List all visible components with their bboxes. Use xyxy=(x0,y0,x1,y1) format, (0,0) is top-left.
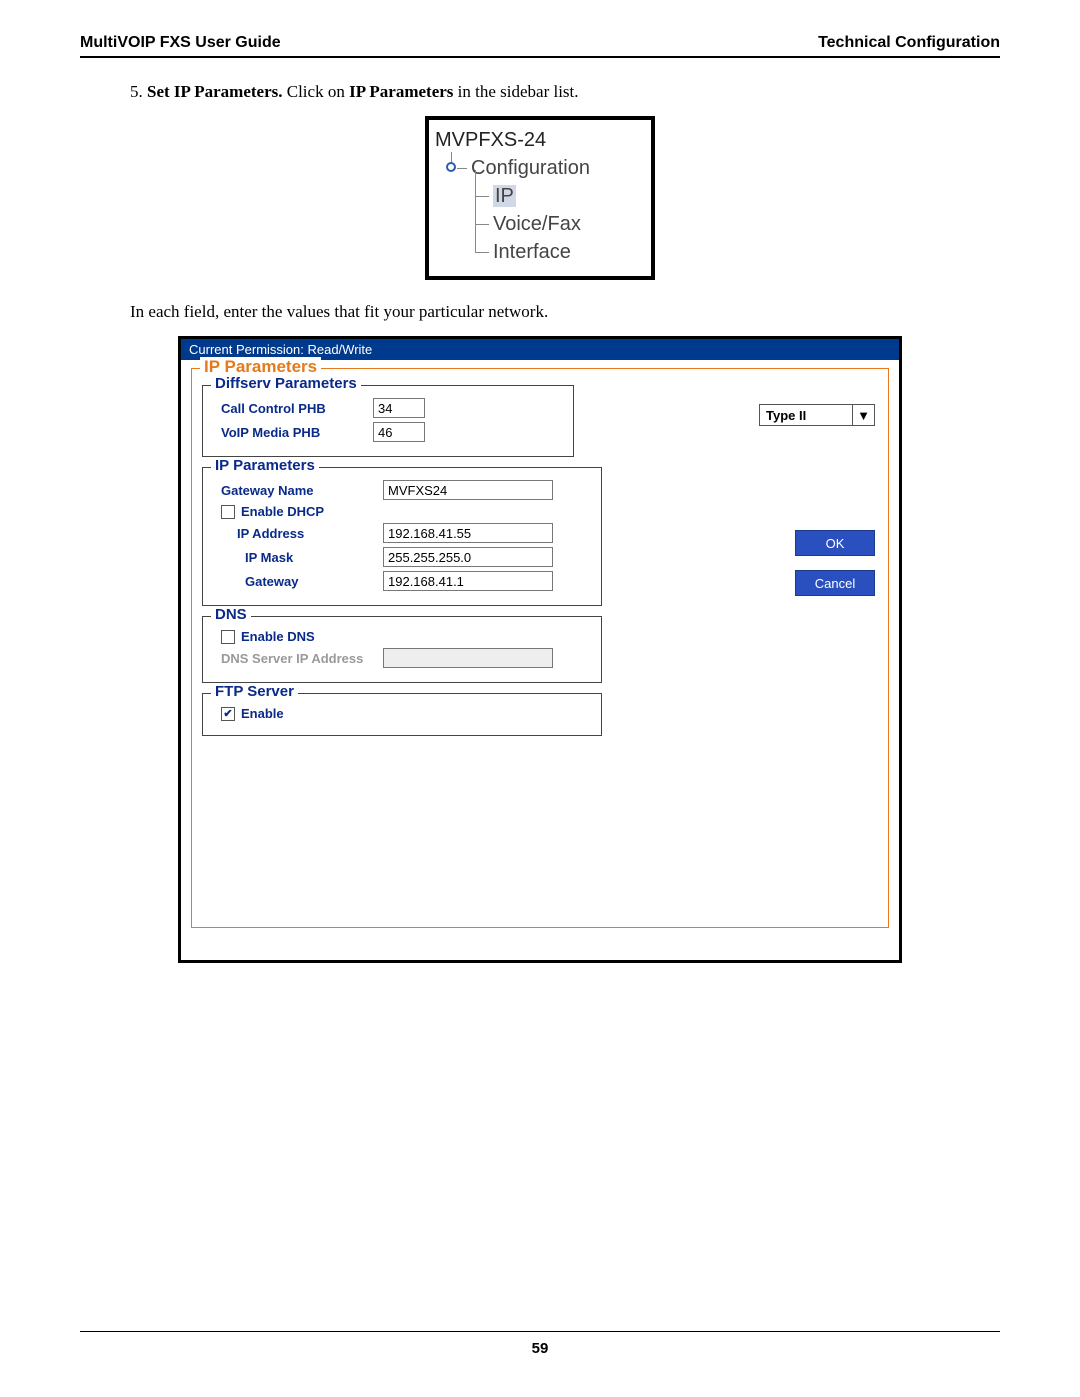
ip-mask-label: IP Mask xyxy=(213,550,383,565)
mid-instruction: In each field, enter the values that fit… xyxy=(130,302,1000,322)
ftp-enable-checkbox[interactable]: ✔ xyxy=(221,707,235,721)
diffserv-fieldset: Diffserv Parameters Call Control PHB VoI… xyxy=(202,385,574,457)
call-control-phb-label: Call Control PHB xyxy=(213,401,373,416)
tree-connector xyxy=(457,168,467,169)
ip-mask-input[interactable] xyxy=(383,547,553,567)
enable-dhcp-row: Enable DHCP xyxy=(213,504,383,519)
voip-media-phb-input[interactable] xyxy=(373,422,425,442)
ip-parameters-fieldset: IP Parameters Diffserv Parameters Call C… xyxy=(191,368,889,928)
enable-dhcp-checkbox[interactable] xyxy=(221,505,235,519)
voip-media-phb-label: VoIP Media PHB xyxy=(213,425,373,440)
dns-server-label: DNS Server IP Address xyxy=(213,651,383,666)
dns-server-input xyxy=(383,648,553,668)
ip-sub-legend: IP Parameters xyxy=(211,457,319,474)
header-left: MultiVOIP FXS User Guide xyxy=(80,34,281,52)
tree-item-voicefax: Voice/Fax xyxy=(475,210,645,238)
tree-item-interface: Interface xyxy=(475,238,645,266)
gateway-input[interactable] xyxy=(383,571,553,591)
gateway-label: Gateway xyxy=(213,574,383,589)
enable-dns-checkbox[interactable] xyxy=(221,630,235,644)
enable-dns-label: Enable DNS xyxy=(241,629,315,644)
ip-parameters-panel: Current Permission: Read/Write Type II ▼… xyxy=(178,336,902,963)
ip-address-input[interactable] xyxy=(383,523,553,543)
ftp-enable-row: ✔ Enable xyxy=(213,706,373,721)
enable-dns-row: Enable DNS xyxy=(213,629,373,644)
tree-item-ip: IP xyxy=(475,182,645,210)
step-title: Set IP Parameters. xyxy=(147,82,282,101)
expand-icon xyxy=(446,162,456,172)
call-control-phb-input[interactable] xyxy=(373,398,425,418)
dns-fieldset: DNS Enable DNS DNS Server IP Address xyxy=(202,616,602,683)
step-rest2: in the sidebar list. xyxy=(453,82,578,101)
tree-root: MVPFXS-24 xyxy=(435,126,645,154)
gateway-name-input[interactable] xyxy=(383,480,553,500)
page-header: MultiVOIP FXS User Guide Technical Confi… xyxy=(80,34,1000,58)
step-rest1: Click on xyxy=(282,82,349,101)
page-number: 59 xyxy=(532,1340,549,1357)
gateway-name-label: Gateway Name xyxy=(213,483,383,498)
ip-address-label: IP Address xyxy=(213,526,383,541)
ftp-enable-label: Enable xyxy=(241,706,284,721)
page-footer: 59 xyxy=(80,1331,1000,1357)
ftp-fieldset: FTP Server ✔ Enable xyxy=(202,693,602,736)
ftp-legend: FTP Server xyxy=(211,683,298,700)
enable-dhcp-label: Enable DHCP xyxy=(241,504,324,519)
sidebar-tree-screenshot: MVPFXS-24 Configuration IP Voice/Fax Int… xyxy=(425,116,655,280)
tree-children: IP Voice/Fax Interface xyxy=(475,182,645,266)
step-number: 5. xyxy=(130,82,143,101)
step-instruction: 5. Set IP Parameters. Click on IP Parame… xyxy=(130,82,1000,102)
ip-sub-fieldset: IP Parameters Gateway Name Enable DHCP I… xyxy=(202,467,602,606)
header-right: Technical Configuration xyxy=(818,34,1000,52)
tree-node-configuration: Configuration xyxy=(435,154,645,182)
ip-parameters-legend: IP Parameters xyxy=(200,357,321,377)
dns-legend: DNS xyxy=(211,606,251,623)
diffserv-legend: Diffserv Parameters xyxy=(211,375,361,392)
step-bold2: IP Parameters xyxy=(349,82,453,101)
